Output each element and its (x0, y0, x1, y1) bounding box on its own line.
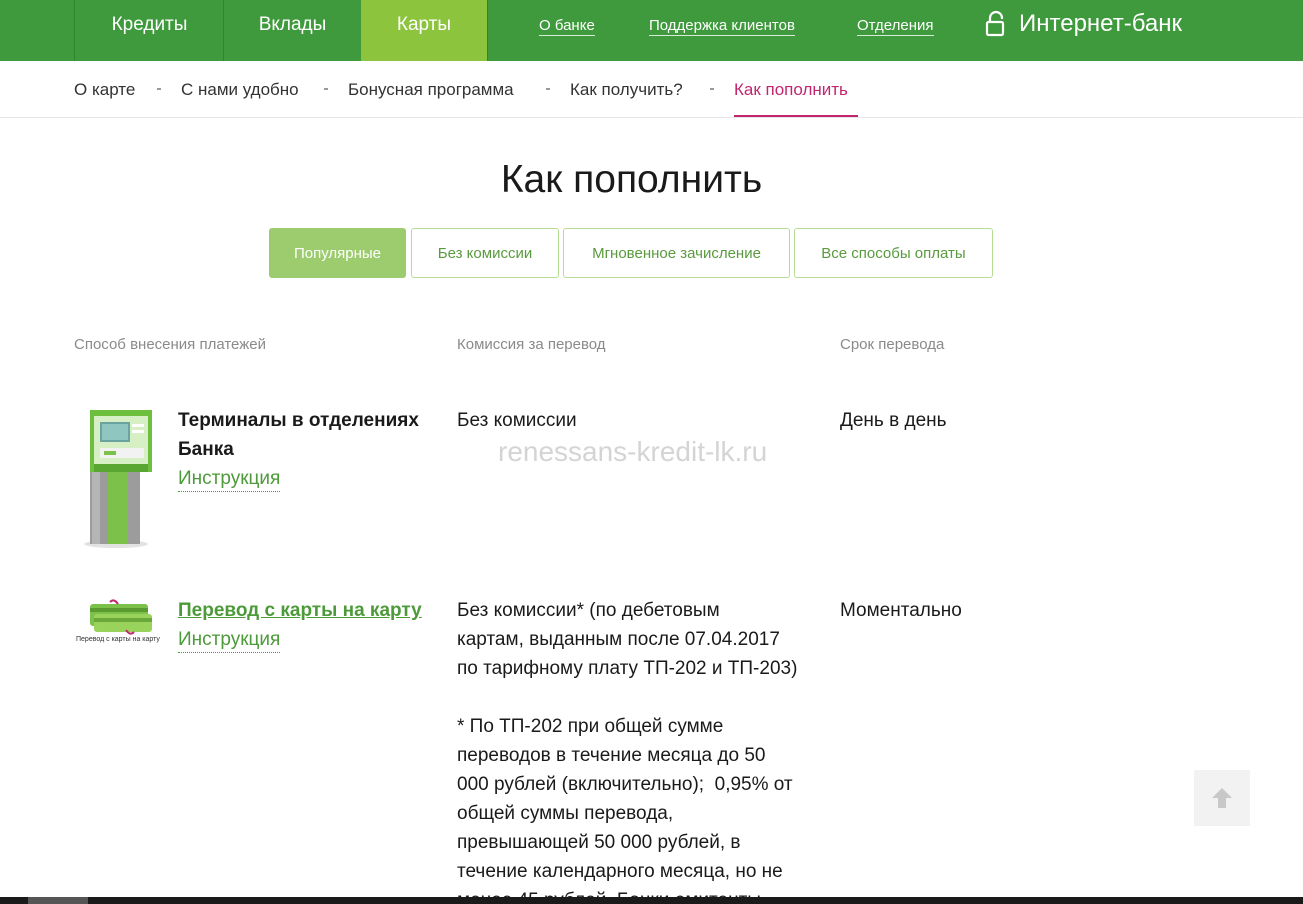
card-transfer-title-link[interactable]: Перевод с карты на карту (178, 596, 422, 625)
column-header-commission: Комиссия за перевод (457, 336, 606, 353)
subnav-separator (157, 88, 161, 90)
commission-line: * По ТП-202 при общей сумме (457, 716, 724, 737)
card-transfer-term: Моментально (840, 600, 962, 621)
commission-line: по тарифному плату ТП-202 и ТП-203) (457, 658, 798, 679)
terminals-commission: Без комиссии (457, 410, 577, 431)
commission-line: общей суммы перевода, (457, 803, 674, 824)
internet-bank-link[interactable]: Интернет-банк (985, 10, 1182, 38)
card-transfer-image-caption: Перевод с карты на карту (76, 636, 160, 643)
commission-line: переводов в течение месяца до 50 (457, 745, 766, 766)
subnav-separator (710, 88, 714, 90)
filter-no-commission-button[interactable]: Без комиссии (411, 228, 559, 278)
internet-bank-label: Интернет-банк (1019, 10, 1183, 37)
column-header-method: Способ внесения платежей (74, 336, 266, 353)
subnav-bonus-program[interactable]: Бонусная программа (348, 80, 514, 100)
commission-line (457, 683, 827, 712)
tab-label: Вклады (258, 14, 327, 35)
terminals-instruction-link[interactable]: Инструкция (178, 467, 281, 492)
active-subnav-underline (734, 115, 858, 117)
card-transfer-instruction-link[interactable]: Инструкция (178, 628, 281, 653)
terminals-title-line1: Терминалы в отделениях (178, 410, 419, 431)
commission-line: картам, выданным после 07.04.2017 (457, 629, 780, 650)
tab-divider (487, 0, 488, 61)
commission-line: превышающей 50 000 рублей, в (457, 832, 741, 853)
tab-cards[interactable]: Карты (361, 0, 487, 61)
link-branches[interactable]: Отделения (857, 17, 934, 36)
arrow-up-icon (1212, 788, 1232, 808)
subnav-separator (546, 88, 550, 90)
lock-icon (985, 10, 1007, 38)
subnav-how-to-get[interactable]: Как получить? (570, 80, 683, 100)
watermark: renessans-kredit-lk.ru (498, 436, 768, 467)
bottom-bar-segment (28, 897, 88, 904)
filter-instant-button[interactable]: Мгновенное зачисление (563, 228, 790, 278)
subnav-convenient[interactable]: С нами удобно (181, 80, 299, 100)
link-about-bank[interactable]: О банке (539, 17, 595, 36)
subnav-separator (324, 88, 328, 90)
commission-line: течение календарного месяца, но не (457, 861, 783, 882)
tab-credits[interactable]: Кредиты (74, 0, 224, 61)
page-title: Как пополнить (500, 158, 763, 201)
commission-line: 000 рублей (включительно); 0,95% от (457, 774, 793, 795)
tab-label: Кредиты (111, 14, 188, 35)
link-support[interactable]: Поддержка клиентов (649, 17, 795, 36)
tab-label: Карты (396, 14, 452, 35)
top-navigation: Кредиты Вклады Карты О банке Поддержка к… (0, 0, 1303, 61)
card-transfer-image: Перевод с карты на карту (76, 598, 168, 648)
subnav-how-to-top-up[interactable]: Как пополнить (734, 80, 848, 100)
scroll-to-top-button[interactable] (1194, 770, 1250, 826)
subnav-about-card[interactable]: О карте (74, 80, 135, 100)
bottom-bar (0, 897, 1303, 904)
sub-navigation: О карте С нами удобно Бонусная программа… (0, 61, 1303, 118)
column-header-term: Срок перевода (840, 336, 945, 353)
filter-all-methods-button[interactable]: Все способы оплаты (794, 228, 993, 278)
atm-terminal-image (80, 410, 155, 550)
card-transfer-commission: Без комиссии* (по дебетовым картам, выда… (457, 596, 827, 904)
filter-popular-button[interactable]: Популярные (269, 228, 406, 278)
commission-line: Без комиссии* (по дебетовым (457, 600, 720, 621)
terminals-title-line2: Банка (178, 439, 234, 460)
terminals-term: День в день (840, 410, 947, 431)
tab-deposits[interactable]: Вклады (223, 0, 361, 61)
